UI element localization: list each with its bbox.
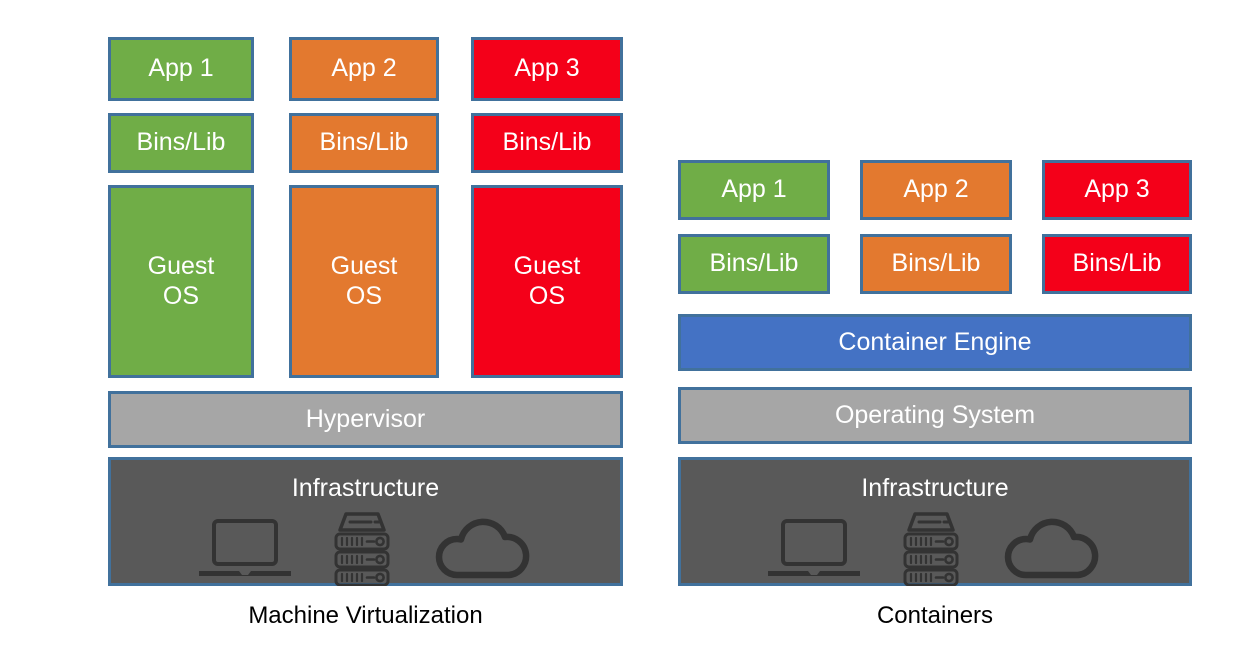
vm-bins-box-2[interactable]: Bins/Lib	[289, 113, 439, 173]
ct-bins-label-1: Bins/Lib	[709, 249, 799, 278]
vm-app-box-1[interactable]: App 1	[108, 37, 254, 101]
vm-app-label-2: App 2	[331, 54, 397, 83]
ct-bins-label-3: Bins/Lib	[1072, 249, 1162, 278]
vm-guest-os-line2-1: OS	[162, 281, 200, 310]
ct-bins-box-2[interactable]: Bins/Lib	[860, 234, 1012, 294]
vm-guest-os-line1-3: Guest	[513, 252, 581, 280]
vm-infrastructure-label: Infrastructure	[291, 474, 440, 502]
vm-guest-os-line2-3: OS	[528, 281, 566, 310]
vm-bins-label-3: Bins/Lib	[502, 128, 592, 157]
ct-infrastructure-label: Infrastructure	[861, 474, 1009, 502]
vm-guest-os-box-1[interactable]: Guest OS	[108, 185, 254, 378]
container-engine-label: Container Engine	[838, 327, 1032, 356]
ct-app-label-3: App 3	[1084, 175, 1150, 204]
vm-guest-os-line2-2: OS	[345, 281, 383, 310]
ct-app-label-1: App 1	[721, 175, 787, 204]
server-rack-icon	[334, 511, 389, 586]
ct-app-box-2[interactable]: App 2	[860, 160, 1012, 220]
vm-guest-os-line1-2: Guest	[330, 252, 398, 280]
vm-app-label-3: App 3	[514, 54, 580, 83]
ct-bins-box-3[interactable]: Bins/Lib	[1042, 234, 1192, 294]
laptop-icon	[198, 518, 291, 576]
operating-system-box[interactable]: Operating System	[678, 387, 1192, 444]
ct-app-label-2: App 2	[903, 175, 969, 204]
vm-bins-box-3[interactable]: Bins/Lib	[471, 113, 623, 173]
operating-system-label: Operating System	[834, 400, 1036, 429]
hypervisor-label: Hypervisor	[305, 404, 426, 433]
vm-guest-os-label-1: Guest OS	[148, 252, 215, 311]
vm-infrastructure-icon-group	[197, 510, 535, 586]
vm-guest-os-box-2[interactable]: Guest OS	[289, 185, 439, 378]
vm-infrastructure-box[interactable]: Infrastructure	[108, 457, 623, 586]
ct-app-box-1[interactable]: App 1	[678, 160, 830, 220]
cloud-icon	[1004, 518, 1099, 578]
vm-guest-os-box-3[interactable]: Guest OS	[471, 185, 623, 378]
right-panel-caption: Containers	[876, 602, 994, 629]
vm-guest-os-label-2: Guest OS	[331, 252, 398, 311]
ct-bins-label-2: Bins/Lib	[891, 249, 981, 278]
vm-guest-os-line1-1: Guest	[147, 252, 215, 280]
container-engine-box[interactable]: Container Engine	[678, 314, 1192, 371]
vm-app-label-1: App 1	[148, 54, 214, 83]
left-panel-caption: Machine Virtualization	[248, 602, 483, 629]
cloud-icon	[435, 518, 529, 578]
vm-bins-label-1: Bins/Lib	[136, 128, 226, 157]
laptop-icon	[768, 518, 860, 576]
ct-infrastructure-icon-group	[766, 510, 1104, 586]
vm-bins-box-1[interactable]: Bins/Lib	[108, 113, 254, 173]
vm-guest-os-label-3: Guest OS	[514, 252, 581, 311]
ct-bins-box-1[interactable]: Bins/Lib	[678, 234, 830, 294]
vm-bins-label-2: Bins/Lib	[319, 128, 409, 157]
server-rack-icon	[903, 511, 959, 586]
vm-app-box-3[interactable]: App 3	[471, 37, 623, 101]
hypervisor-box[interactable]: Hypervisor	[108, 391, 623, 448]
vm-app-box-2[interactable]: App 2	[289, 37, 439, 101]
ct-infrastructure-box[interactable]: Infrastructure	[678, 457, 1192, 586]
ct-app-box-3[interactable]: App 3	[1042, 160, 1192, 220]
